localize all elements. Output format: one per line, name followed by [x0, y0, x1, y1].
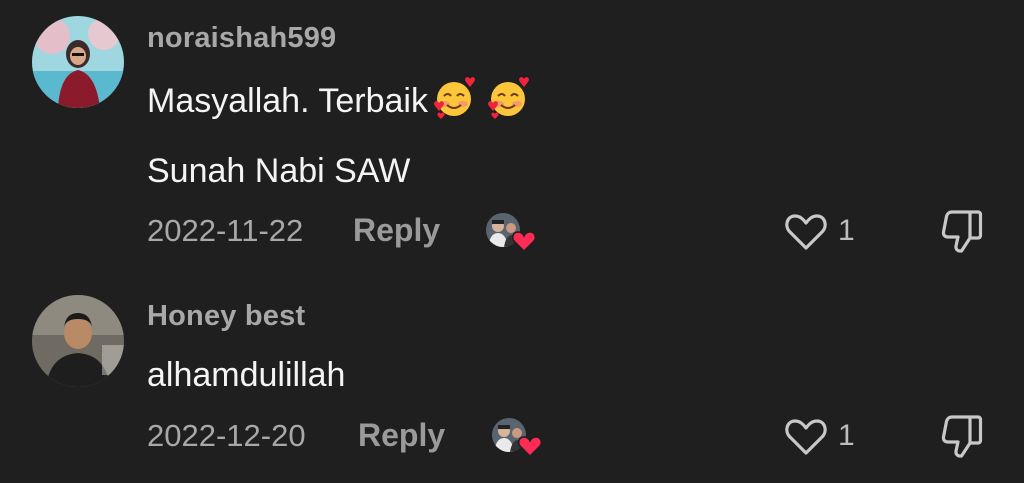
comment-date: 2022-11-22: [147, 213, 304, 248]
like-count: 1: [838, 419, 855, 452]
heart-outline-icon[interactable]: [784, 417, 828, 457]
thumbs-down-icon[interactable]: [940, 208, 984, 254]
like-count: 1: [838, 214, 855, 247]
avatar[interactable]: [32, 295, 124, 387]
heart-outline-icon[interactable]: [784, 212, 828, 252]
comment-text-line: Sunah Nabi SAW: [147, 152, 411, 190]
avatar[interactable]: [32, 16, 124, 108]
heart-badge-icon: [512, 231, 536, 252]
reply-button[interactable]: Reply: [358, 417, 445, 454]
smiling-face-with-hearts-emoji: [488, 77, 529, 119]
comment-date: 2022-12-20: [147, 418, 306, 453]
username[interactable]: Honey best: [147, 300, 305, 333]
comment-text: Masyallah. Terbaik: [147, 76, 530, 121]
reply-button[interactable]: Reply: [353, 212, 440, 249]
smiling-face-with-hearts-emoji: [434, 77, 475, 119]
thumbs-down-icon[interactable]: [940, 413, 984, 459]
heart-badge-icon: [518, 436, 542, 457]
comment-text-line: alhamdulillah: [147, 356, 346, 394]
comment-item: Honey best alhamdulillah 2022-12-20 Repl…: [0, 290, 1024, 483]
comment-text-line: Masyallah. Terbaik: [147, 82, 428, 120]
username[interactable]: noraishah599: [147, 22, 336, 55]
comment-item: noraishah599 Masyallah. Terbaik Sunah Na…: [0, 0, 1024, 260]
